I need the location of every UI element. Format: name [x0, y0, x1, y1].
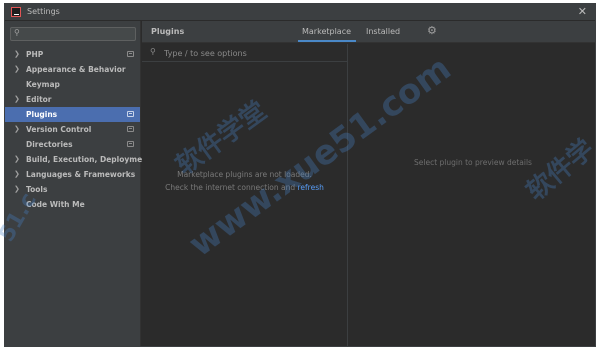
sidebar-item-label: PHP — [26, 50, 44, 59]
settings-sidebar: ⚲ ❯ PHP ❯ Appearance & Behavior Keymap ❯… — [5, 21, 151, 346]
gear-icon[interactable]: ⚙ — [427, 24, 437, 37]
project-scope-icon — [127, 141, 134, 147]
window-title: Settings — [27, 7, 60, 16]
phpstorm-app-icon — [11, 7, 21, 17]
plugins-header: Plugins Marketplace Installed ⚙ — [142, 21, 595, 43]
tab-marketplace[interactable]: Marketplace — [302, 27, 351, 36]
plugin-details-pane: Select plugin to preview details — [349, 44, 595, 346]
project-scope-icon — [127, 111, 134, 117]
settings-tree: ❯ PHP ❯ Appearance & Behavior Keymap ❯ E… — [5, 47, 151, 212]
sidebar-item-label: Appearance & Behavior — [26, 65, 126, 74]
sidebar-item-label: Languages & Frameworks — [26, 170, 136, 179]
sidebar-item-code-with-me[interactable]: Code With Me — [5, 197, 140, 212]
sidebar-item-label: Keymap — [26, 80, 60, 89]
sidebar-item-label: Code With Me — [26, 200, 85, 209]
title-bar: Settings ✕ — [5, 4, 595, 21]
project-scope-icon — [127, 51, 134, 57]
project-scope-icon — [127, 126, 134, 132]
empty-state-line: Check the internet connection and refres… — [142, 181, 347, 194]
search-icon: ⚲ — [150, 47, 156, 56]
sidebar-item-label: Editor — [26, 95, 52, 104]
chevron-right-icon[interactable]: ❯ — [14, 92, 20, 107]
sidebar-item-languages-frameworks[interactable]: ❯ Languages & Frameworks — [5, 167, 140, 182]
plugin-list-pane: ⚲ Marketplace plugins are not loaded. Ch… — [142, 44, 348, 346]
settings-search-box[interactable]: ⚲ — [10, 27, 136, 41]
sidebar-item-keymap[interactable]: Keymap — [5, 77, 140, 92]
chevron-right-icon[interactable]: ❯ — [14, 167, 20, 182]
sidebar-item-directories[interactable]: Directories — [5, 137, 140, 152]
chevron-right-icon[interactable]: ❯ — [14, 47, 20, 62]
refresh-link[interactable]: refresh — [298, 183, 324, 192]
empty-state-message: Marketplace plugins are not loaded. Chec… — [142, 168, 347, 194]
sidebar-item-php[interactable]: ❯ PHP — [5, 47, 140, 62]
chevron-right-icon[interactable]: ❯ — [14, 62, 20, 77]
active-tab-indicator — [298, 40, 356, 42]
sidebar-item-label: Version Control — [26, 125, 92, 134]
sidebar-item-label: Plugins — [26, 110, 58, 119]
sidebar-item-tools[interactable]: ❯ Tools — [5, 182, 140, 197]
sidebar-item-label: Directories — [26, 140, 73, 149]
chevron-right-icon[interactable]: ❯ — [14, 152, 20, 167]
sidebar-item-version-control[interactable]: ❯ Version Control — [5, 122, 140, 137]
sidebar-item-plugins[interactable]: Plugins — [5, 107, 140, 122]
details-placeholder: Select plugin to preview details — [414, 158, 532, 167]
plugin-search-input[interactable] — [164, 48, 334, 58]
page-title: Plugins — [151, 27, 185, 36]
search-icon: ⚲ — [14, 28, 20, 37]
sidebar-item-label: Build, Execution, Deployment — [26, 155, 152, 164]
empty-state-line: Marketplace plugins are not loaded. — [177, 170, 312, 179]
plugin-search-bar[interactable]: ⚲ — [142, 44, 347, 62]
sidebar-item-editor[interactable]: ❯ Editor — [5, 92, 140, 107]
settings-window: Settings ✕ ⚲ ❯ PHP ❯ Appearance & Behavi… — [4, 3, 596, 347]
settings-search-input[interactable] — [27, 29, 131, 39]
sidebar-item-label: Tools — [26, 185, 48, 194]
sidebar-item-build-execution-deployment[interactable]: ❯ Build, Execution, Deployment — [5, 152, 151, 167]
tab-installed[interactable]: Installed — [366, 27, 400, 36]
empty-state-text: Check the internet connection and — [165, 183, 298, 192]
close-icon[interactable]: ✕ — [578, 5, 587, 18]
sidebar-item-appearance-behavior[interactable]: ❯ Appearance & Behavior — [5, 62, 140, 77]
chevron-right-icon[interactable]: ❯ — [14, 122, 20, 137]
chevron-right-icon[interactable]: ❯ — [14, 182, 20, 197]
